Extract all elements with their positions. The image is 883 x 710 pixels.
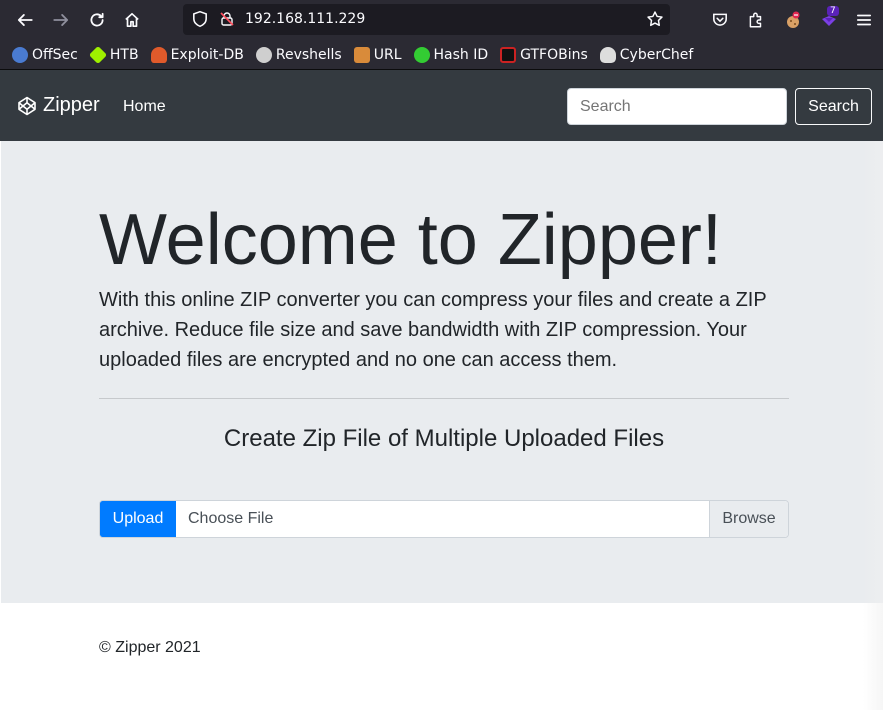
bookmark-hash-id[interactable]: Hash ID [413,40,489,70]
section-subtitle: Create Zip File of Multiple Uploaded Fil… [223,425,665,452]
home-button[interactable] [118,6,146,34]
bookmark-exploit-db[interactable]: Exploit-DB [150,40,244,70]
pocket-button[interactable] [706,6,734,34]
bookmark-label: Exploit-DB [170,46,244,63]
site-navbar: Zipper Home Search [0,70,883,141]
brand-link[interactable]: Zipper [17,94,100,117]
extension-badge: 7 [827,6,839,16]
puzzle-icon [749,12,762,28]
bookmark-gtfobins[interactable]: GTFOBins [500,40,588,70]
address-bar[interactable]: 192.168.111.229 [183,4,670,35]
bookmarks-toolbar: OffSec HTB Exploit-DB Revshells URL Hash… [0,40,883,70]
extensions-button[interactable] [742,6,770,34]
copyright-text: © Zipper 2021 [99,639,201,656]
search-input[interactable] [567,88,787,125]
hashid-icon [413,46,430,63]
brand-name: Zipper [43,94,100,116]
forward-button[interactable] [47,6,75,34]
cyberchef-icon [599,46,616,63]
divider [99,398,789,399]
url-icon [353,46,370,63]
browse-button[interactable]: Browse [709,501,788,537]
offsec-icon [12,46,28,63]
bookmark-label: CyberChef [619,46,694,63]
back-arrow-icon [17,14,33,26]
menu-button[interactable] [850,6,878,34]
forward-arrow-icon [53,14,69,26]
file-upload-group: Upload Choose File Browse [99,500,789,538]
skull-icon [255,46,272,63]
upload-button[interactable]: Upload [100,501,176,537]
page-edge-shadow [863,141,883,710]
hamburger-menu-icon [856,14,872,26]
browser-toolbar: 192.168.111.229 7 [0,0,883,40]
tracking-shield-icon [193,10,207,28]
gtfobins-icon [500,46,517,63]
pocket-icon [713,13,727,26]
page-title: Welcome to Zipper! [99,200,722,280]
bookmark-label: Revshells [275,46,342,63]
bookmark-htb[interactable]: HTB [88,40,139,70]
reload-icon [90,12,104,27]
hero-section: Welcome to Zipper! With this online ZIP … [1,141,883,603]
bookmark-label: OffSec [32,46,78,63]
insecure-lock-icon [220,12,234,26]
bookmark-label: Hash ID [433,46,489,63]
home-icon [125,12,139,28]
bookmark-label: GTFOBins [520,46,588,63]
bookmark-url[interactable]: URL [353,40,402,70]
cookie-blocker-icon [787,11,800,28]
bookmark-label: URL [373,46,402,63]
cookie-extension-button[interactable] [779,6,807,34]
codepen-logo-icon [18,96,36,115]
nav-home-link[interactable]: Home [123,98,166,116]
bookmark-star-icon[interactable] [646,10,664,28]
exploit-db-icon [150,46,167,63]
file-chooser-input[interactable]: Choose File [176,501,709,537]
purple-extension-button[interactable]: 7 [815,6,843,34]
bookmark-cyberchef[interactable]: CyberChef [599,40,694,70]
search-button[interactable]: Search [795,88,872,125]
bookmark-offsec[interactable]: OffSec [12,40,78,70]
url-text[interactable]: 192.168.111.229 [245,11,365,27]
back-button[interactable] [11,6,39,34]
reload-button[interactable] [83,6,111,34]
htb-cube-icon [88,45,107,64]
bookmark-revshells[interactable]: Revshells [255,40,342,70]
intro-paragraph: With this online ZIP converter you can c… [99,289,767,371]
bookmark-label: HTB [109,46,139,63]
page-footer: © Zipper 2021 [1,603,883,710]
